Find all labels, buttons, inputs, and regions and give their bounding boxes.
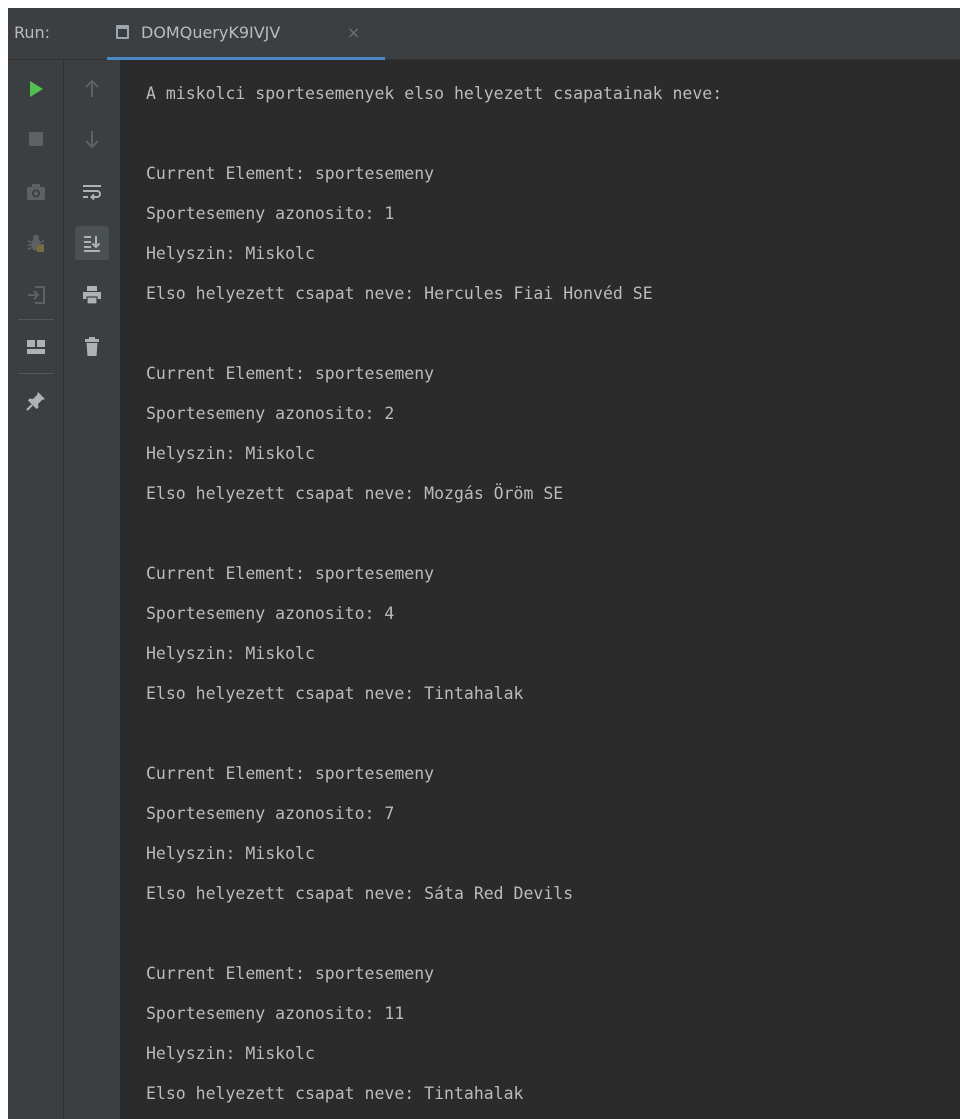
tab-run-configuration[interactable]: DOMQueryK9IVJV × (107, 8, 385, 61)
pin-tab-button[interactable] (19, 384, 53, 418)
run-label: Run: (14, 23, 51, 42)
console-line: Helyszin: Miskolc (146, 844, 315, 863)
rerun-button[interactable] (19, 72, 53, 106)
stop-button[interactable] (19, 122, 53, 156)
console-line: Current Element: sportesemeny (146, 564, 435, 583)
bug-icon (27, 234, 45, 252)
console-line: Current Element: sportesemeny (146, 364, 435, 383)
down-arrow-icon (85, 131, 99, 149)
console-line: Current Element: sportesemeny (146, 164, 435, 183)
run-icon (30, 81, 43, 97)
previous-occurrence-button[interactable] (75, 72, 109, 106)
print-button[interactable] (75, 278, 109, 312)
console-line: Current Element: sportesemeny (146, 764, 435, 783)
console-lines: A miskolci sportesemenyek elso helyezett… (146, 74, 722, 1114)
soft-wrap-icon (83, 185, 101, 201)
console-output[interactable]: A miskolci sportesemenyek elso helyezett… (121, 60, 960, 1119)
close-tab-icon[interactable]: × (347, 21, 360, 45)
console-line: Sportesemeny azonosito: 7 (146, 804, 395, 823)
run-header: Run: DOMQueryK9IVJV × (8, 8, 960, 61)
console-actions-toolbar (64, 60, 121, 1119)
print-icon (83, 286, 101, 305)
console-line: Sportesemeny azonosito: 4 (146, 604, 395, 623)
pin-icon (26, 392, 45, 411)
run-tool-window: Run: DOMQueryK9IVJV × A miskolci sportes… (8, 8, 960, 1119)
up-arrow-icon (85, 79, 99, 97)
exit-icon (28, 286, 45, 304)
console-line: Elso helyezett csapat neve: Sáta Red Dev… (146, 884, 574, 903)
tab-title: DOMQueryK9IVJV (141, 23, 281, 42)
next-occurrence-button[interactable] (75, 122, 109, 156)
console-line: Elso helyezett csapat neve: Hercules Fia… (146, 284, 653, 303)
exit-button[interactable] (19, 278, 53, 312)
console-line: Sportesemeny azonosito: 1 (146, 204, 395, 223)
camera-icon (27, 184, 45, 200)
toolbar-separator (18, 319, 54, 320)
dump-threads-button[interactable] (19, 175, 53, 209)
restore-layout-button[interactable] (19, 330, 53, 364)
console-window-icon (116, 25, 129, 39)
console-line: Elso helyezett csapat neve: Tintahalak (146, 684, 524, 703)
soft-wrap-button[interactable] (75, 175, 109, 209)
console-line: Helyszin: Miskolc (146, 1044, 315, 1063)
console-line: Current Element: sportesemeny (146, 964, 435, 983)
console-line: Elso helyezett csapat neve: Mozgás Öröm … (146, 484, 564, 503)
console-line: Sportesemeny azonosito: 11 (146, 1004, 405, 1023)
scroll-to-end-button[interactable] (75, 226, 109, 260)
clear-all-button[interactable] (75, 330, 109, 364)
console-line: Sportesemeny azonosito: 2 (146, 404, 395, 423)
run-actions-toolbar (8, 60, 64, 1119)
stop-icon (29, 132, 43, 146)
console-line: A miskolci sportesemenyek elso helyezett… (146, 84, 723, 103)
layout-icon (27, 340, 45, 354)
console-line: Helyszin: Miskolc (146, 244, 315, 263)
scroll-to-end-icon (84, 236, 101, 252)
toolbar-separator (18, 373, 54, 374)
console-line: Helyszin: Miskolc (146, 444, 315, 463)
debug-button[interactable] (19, 226, 53, 260)
console-line: Helyszin: Miskolc (146, 644, 315, 663)
console-line: Elso helyezett csapat neve: Tintahalak (146, 1084, 524, 1103)
trash-icon (85, 337, 99, 356)
